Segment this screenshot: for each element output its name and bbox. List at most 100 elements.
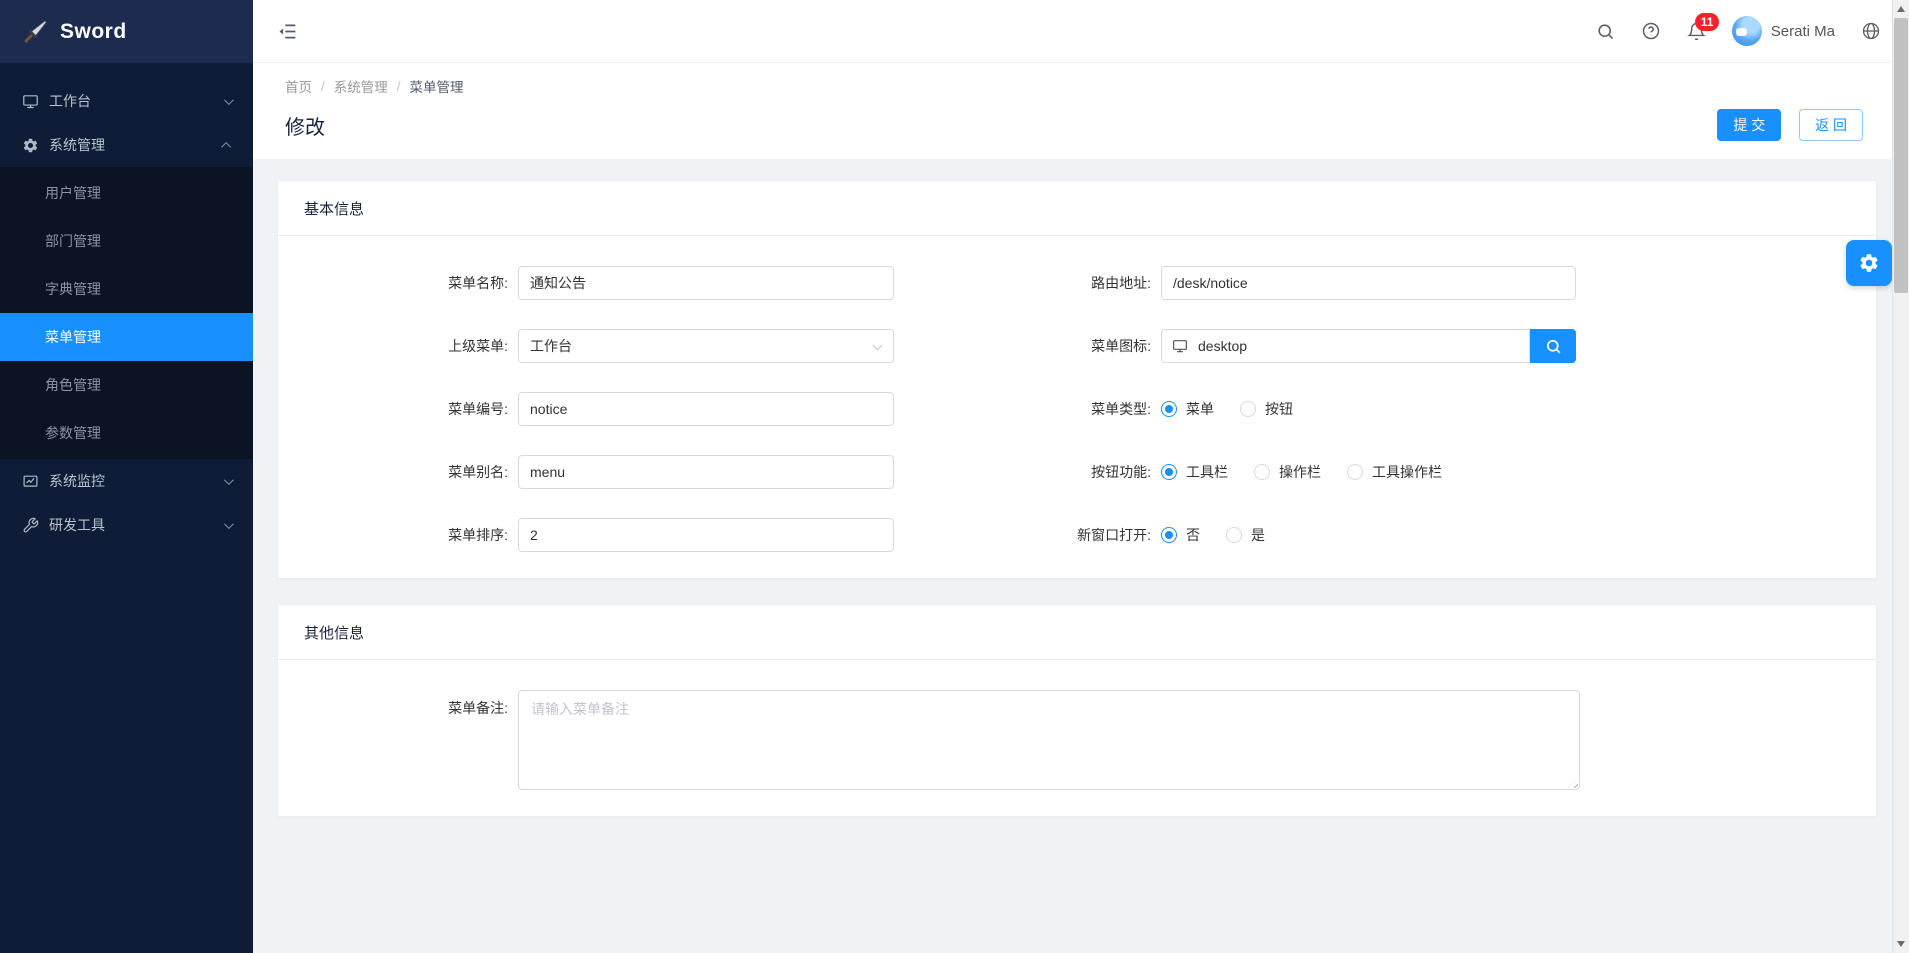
sidebar-item-system-monitor[interactable]: 系统监控 [0,459,253,503]
breadcrumb: 首页 / 系统管理 / 菜单管理 [285,76,1863,96]
breadcrumb-home[interactable]: 首页 [285,76,312,96]
radio-icon [1254,464,1270,480]
field-label: 路由地址: [978,273,1161,293]
form-item-parent-menu: 上级菜单: [278,329,978,363]
menu-remark-textarea[interactable] [518,690,1580,790]
menu-fold-icon[interactable] [277,21,298,42]
breadcrumb-separator: / [397,79,401,94]
breadcrumb-menu-manage: 菜单管理 [410,76,464,96]
form-item-new-window: 新窗口打开: 否 是 [978,518,1876,552]
form-item-button-func: 按钮功能: 工具栏 操作栏 工具操作栏 [978,455,1876,489]
scrollbar-thumb[interactable] [1894,18,1908,293]
content: 基本信息 菜单名称: 路由地址: 上级菜单: [253,159,1909,817]
radio-button-func-toolbar[interactable]: 工具栏 [1161,462,1228,482]
page-header: 首页 / 系统管理 / 菜单管理 修改 提 交 返 回 [253,63,1909,159]
field-label: 菜单图标: [978,336,1161,356]
notification-badge: 11 [1695,13,1720,31]
chart-icon [22,473,39,490]
sidebar-item-label: 系统管理 [49,135,224,155]
main-area: 11 Serati Ma 首页 / 系统管理 / 菜单管理 修改 提 交 [253,0,1909,953]
wrench-icon [22,517,39,534]
sidebar-item-workbench[interactable]: 工作台 [0,79,253,123]
radio-label: 操作栏 [1279,462,1321,482]
radio-icon [1161,527,1177,543]
sidebar-item-param-manage[interactable]: 参数管理 [0,409,253,457]
radio-label: 按钮 [1265,399,1293,419]
form-item-menu-remark: 菜单备注: [278,690,1876,790]
bell-icon[interactable]: 11 [1687,22,1706,41]
sidebar-item-system-manage[interactable]: 系统管理 [0,123,253,167]
menu-sort-input[interactable] [518,518,894,552]
radio-label: 工具栏 [1186,462,1228,482]
field-label: 新窗口打开: [978,525,1161,545]
app-logo: Sword [0,0,253,63]
radio-button-func-both[interactable]: 工具操作栏 [1347,462,1442,482]
submenu-item-label: 部门管理 [45,231,101,251]
submenu-item-label: 字典管理 [45,279,101,299]
page-actions: 提 交 返 回 [1717,109,1863,141]
radio-icon [1226,527,1242,543]
form-item-route-path: 路由地址: [978,266,1876,300]
menu-icon-input[interactable] [1161,329,1530,363]
vertical-scrollbar [1892,0,1909,953]
desktop-icon [22,93,39,110]
other-info-card: 其他信息 菜单备注: [277,604,1877,817]
form-item-menu-name: 菜单名称: [278,266,978,300]
form-item-menu-type: 菜单类型: 菜单 按钮 [978,392,1876,426]
sidebar-item-label: 工作台 [49,91,224,111]
sidebar: Sword 工作台 系统管理 用户管理 [0,0,253,953]
radio-new-window-yes[interactable]: 是 [1226,525,1265,545]
breadcrumb-separator: / [321,79,325,94]
sword-icon [22,19,48,45]
breadcrumb-system-manage[interactable]: 系统管理 [334,76,388,96]
submenu-item-label: 角色管理 [45,375,101,395]
radio-new-window-no[interactable]: 否 [1161,525,1200,545]
scroll-down-icon[interactable] [1897,941,1905,947]
menu-name-input[interactable] [518,266,894,300]
radio-button-func-rowbar[interactable]: 操作栏 [1254,462,1321,482]
field-label: 菜单类型: [978,399,1161,419]
submit-button[interactable]: 提 交 [1717,109,1781,141]
form-item-menu-sort: 菜单排序: [278,518,978,552]
question-circle-icon[interactable] [1641,21,1661,41]
radio-label: 否 [1186,525,1200,545]
menu-alias-input[interactable] [518,455,894,489]
search-icon [1545,338,1562,355]
sidebar-item-dev-tools[interactable]: 研发工具 [0,503,253,547]
parent-menu-select[interactable] [518,329,894,363]
radio-icon [1240,401,1256,417]
form-item-menu-icon: 菜单图标: [978,329,1876,363]
field-label: 上级菜单: [278,336,518,356]
chevron-down-icon [224,475,234,485]
sidebar-item-dept-manage[interactable]: 部门管理 [0,217,253,265]
menu-code-input[interactable] [518,392,894,426]
search-icon[interactable] [1596,22,1615,41]
form-item-menu-code: 菜单编号: [278,392,978,426]
submenu-item-label: 用户管理 [45,183,101,203]
sidebar-item-dict-manage[interactable]: 字典管理 [0,265,253,313]
form-item-menu-alias: 菜单别名: [278,455,978,489]
scroll-up-icon[interactable] [1897,6,1905,12]
sidebar-item-menu-manage[interactable]: 菜单管理 [0,313,253,361]
sidebar-item-label: 研发工具 [49,515,224,535]
theme-settings-button[interactable] [1846,240,1892,286]
chevron-down-icon [224,95,234,105]
field-label: 菜单排序: [278,525,518,545]
radio-icon [1347,464,1363,480]
sidebar-item-user-manage[interactable]: 用户管理 [0,169,253,217]
basic-info-title: 基本信息 [278,181,1876,236]
sidebar-item-role-manage[interactable]: 角色管理 [0,361,253,409]
radio-menu-type-button[interactable]: 按钮 [1240,399,1293,419]
route-path-input[interactable] [1161,266,1576,300]
back-button[interactable]: 返 回 [1799,109,1863,141]
sidebar-submenu: 用户管理 部门管理 字典管理 菜单管理 角色管理 参数管理 [0,167,253,459]
user-menu[interactable]: Serati Ma [1732,16,1835,46]
globe-icon[interactable] [1861,21,1881,41]
radio-menu-type-menu[interactable]: 菜单 [1161,399,1214,419]
sidebar-menu: 工作台 系统管理 用户管理 部门管理 字典管理 菜单管理 [0,63,253,547]
avatar [1732,16,1762,46]
chevron-down-icon [224,519,234,529]
app-title: Sword [60,20,127,44]
icon-search-button[interactable] [1530,329,1576,363]
gear-icon [22,137,39,154]
